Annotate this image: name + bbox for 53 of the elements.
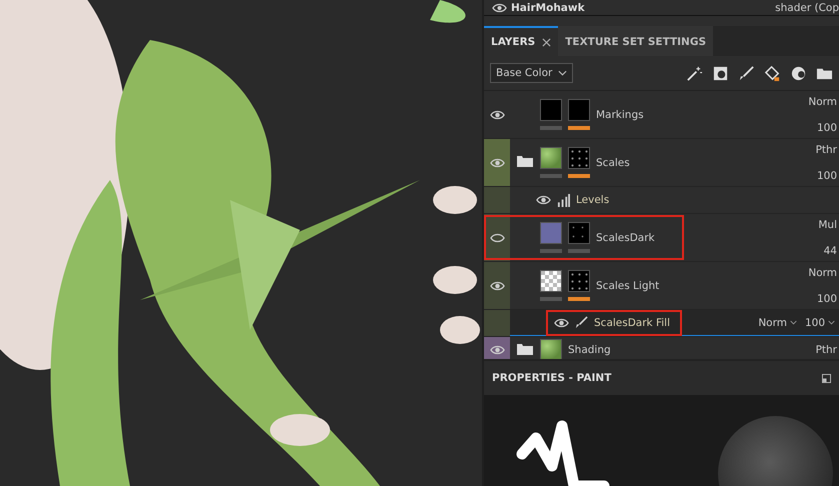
opacity-value[interactable]: 100 [816, 170, 837, 182]
layer-name[interactable]: Levels [576, 194, 610, 206]
mask-icon[interactable] [712, 64, 729, 82]
folder-icon [516, 154, 534, 168]
brush-icon [575, 316, 588, 329]
layer-thumbnail[interactable] [568, 222, 590, 244]
visibility-eye-icon[interactable] [490, 280, 504, 290]
panel-tab[interactable]: TEXTURE SET SETTINGS [558, 26, 714, 56]
blend-mode[interactable]: Pthr [816, 344, 837, 356]
eye-icon[interactable] [492, 2, 507, 12]
layer-name[interactable]: Scales [596, 156, 630, 168]
layer-thumbnail[interactable] [540, 99, 562, 121]
visibility-eye-icon[interactable] [536, 195, 551, 205]
visibility-eye-icon[interactable] [490, 232, 504, 242]
paint-bucket-icon[interactable] [764, 64, 781, 82]
caret-icon [828, 320, 835, 325]
layer-thumbnail[interactable] [568, 147, 590, 169]
blend-mode[interactable]: Norm [808, 96, 837, 108]
opacity-value[interactable]: 100 [816, 292, 837, 304]
panel-tab[interactable]: LAYERS [484, 26, 558, 56]
caret-icon [790, 320, 797, 325]
shader-name[interactable]: shader (Cop [775, 2, 839, 14]
visibility-eye-icon[interactable] [490, 110, 504, 120]
properties-title: PROPERTIES - PAINT [492, 372, 612, 384]
texture-set-name[interactable]: HairMohawk [511, 2, 585, 14]
layer-thumbnail[interactable] [540, 222, 562, 244]
levels-icon [557, 194, 570, 206]
layer-thumbnail[interactable] [568, 270, 590, 292]
opacity-value[interactable]: 100 [816, 122, 837, 134]
blend-mode[interactable]: Norm [808, 266, 837, 278]
close-icon[interactable] [542, 38, 552, 46]
blend-mode[interactable]: Pthr [816, 144, 837, 156]
channel-dropdown[interactable]: Base Color [490, 63, 574, 83]
visibility-eye-icon[interactable] [554, 318, 569, 328]
layer-name[interactable]: ScalesDark [596, 232, 655, 244]
layer-name[interactable]: Scales Light [596, 280, 660, 292]
layer-name[interactable]: Markings [596, 108, 644, 120]
blend-mode[interactable]: Mul [818, 218, 837, 230]
magic-wand-icon[interactable] [686, 64, 703, 82]
layer-thumbnail[interactable] [540, 147, 562, 169]
opacity-value[interactable]: 44 [824, 244, 837, 256]
brush-icon[interactable] [738, 64, 755, 82]
folder-icon [516, 342, 534, 356]
opacity-dropdown[interactable]: 100 [804, 316, 835, 328]
blend-mode-dropdown[interactable]: Norm [758, 316, 797, 328]
layer-name[interactable]: ScalesDark Fill [594, 316, 670, 328]
layer-thumbnail[interactable] [540, 339, 562, 359]
layer-thumbnail[interactable] [540, 270, 562, 292]
maximize-icon[interactable] [822, 374, 831, 382]
layer-thumbnail[interactable] [568, 99, 590, 121]
caret-icon [558, 70, 568, 76]
layer-name[interactable]: Shading [568, 344, 611, 356]
smart-material-icon[interactable] [790, 64, 807, 82]
